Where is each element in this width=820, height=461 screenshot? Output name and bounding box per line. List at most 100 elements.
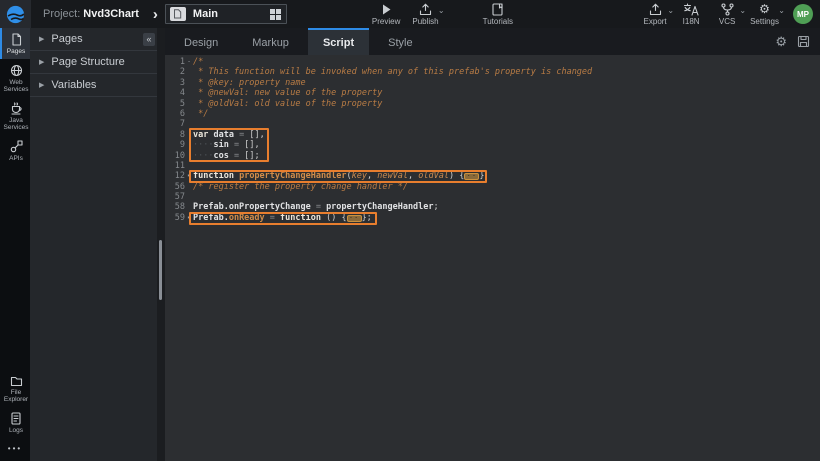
rail-item-apis[interactable]: APIs [0, 135, 30, 166]
fold-gutter [185, 109, 193, 119]
script-code-editor[interactable]: 1-/*2 * This function will be invoked wh… [165, 55, 820, 461]
rail-label-web-services: Web Services [3, 79, 29, 93]
fold-marker-icon[interactable]: ▸ [185, 171, 193, 181]
export-button[interactable]: ⌄ Export [642, 3, 668, 26]
editor-tab-bar: Design Markup Script Style ⚙ [165, 28, 820, 55]
tutorials-label: Tutorials [483, 17, 513, 26]
fold-gutter [185, 67, 193, 77]
code-text: Prefab.onReady = function () {··}; [193, 213, 372, 223]
line-number: 3 [165, 78, 185, 88]
code-line: 3 * @key: property name [165, 78, 820, 88]
code-text: function propertyChangeHandler(key, newV… [193, 171, 484, 181]
folded-code-pill[interactable]: ·· [464, 173, 479, 180]
caret-right-icon: ▶ [39, 58, 44, 66]
line-number: 56 [165, 182, 185, 192]
rail-item-web-services[interactable]: Web Services [0, 59, 30, 97]
tab-script[interactable]: Script [308, 28, 369, 55]
rail-item-file-explorer[interactable]: File Explorer [0, 370, 30, 407]
pages-doc-icon [10, 33, 23, 46]
code-line: 12▸function propertyChangeHandler(key, n… [165, 171, 820, 181]
code-line: 6 */ [165, 109, 820, 119]
settings-button[interactable]: ⚙ ⌄ Settings [750, 3, 779, 26]
tutorials-button[interactable]: Tutorials [483, 3, 513, 26]
line-number: 10 [165, 151, 185, 161]
web-services-globe-icon [10, 64, 23, 77]
fold-gutter [185, 78, 193, 88]
top-bar: Project:Nvd3Chart › Main Preview ⌄ Publi… [0, 0, 820, 28]
code-text: /* [193, 57, 203, 67]
fold-gutter [185, 161, 193, 171]
publish-button[interactable]: ⌄ Publish [412, 3, 438, 26]
rail-label-file-explorer: File Explorer [3, 389, 29, 403]
project-breadcrumb: Project:Nvd3Chart [43, 8, 139, 20]
code-line: 2 * This function will be invoked when a… [165, 67, 820, 77]
tab-style[interactable]: Style [373, 28, 427, 55]
app-logo[interactable] [0, 0, 31, 28]
settings-label: Settings [750, 17, 779, 26]
panel-section-page-structure[interactable]: ▶ Page Structure [30, 51, 157, 74]
editor-settings-gear-icon[interactable]: ⚙ [775, 35, 787, 48]
project-name: Nvd3Chart [83, 8, 139, 20]
fold-gutter [185, 140, 193, 150]
panel-section-pages[interactable]: ▶ Pages [30, 28, 157, 51]
save-icon[interactable] [797, 35, 810, 48]
rail-label-logs: Logs [9, 427, 23, 434]
fold-gutter [185, 151, 193, 161]
code-text: * @oldVal: old value of the property [193, 99, 382, 109]
code-lines: 1-/*2 * This function will be invoked wh… [165, 57, 820, 223]
panel-section-label: Page Structure [51, 56, 124, 68]
code-line: 5 * @oldVal: old value of the property [165, 99, 820, 109]
i18n-label: I18N [683, 17, 700, 26]
fold-gutter [185, 182, 193, 192]
page-selector-dropdown[interactable]: Main [165, 4, 287, 24]
code-line: 57 [165, 192, 820, 202]
i18n-button[interactable]: I18N [678, 3, 704, 26]
vcs-button[interactable]: ⌄ VCS [714, 3, 740, 26]
folded-code-pill[interactable]: ·· [347, 215, 362, 222]
code-line: 9····sin = [], [165, 140, 820, 150]
preview-button[interactable]: Preview [372, 3, 400, 26]
user-avatar[interactable]: MP [793, 4, 813, 24]
rail-label-java-services: Java Services [3, 117, 29, 131]
line-number: 59 [165, 213, 185, 223]
rail-item-logs[interactable]: Logs [0, 407, 30, 438]
tabbar-tools: ⚙ [775, 28, 820, 55]
line-number: 12 [165, 171, 185, 181]
rail-item-pages[interactable]: Pages [0, 28, 30, 59]
rail-label-apis: APIs [9, 155, 23, 162]
i18n-translate-icon [683, 3, 699, 16]
panel-section-variables[interactable]: ▶ Variables [30, 74, 157, 97]
divider-drag-handle[interactable] [159, 240, 162, 300]
settings-caret-icon: ⌄ [778, 6, 785, 15]
rail-item-java-services[interactable]: Java Services [0, 97, 30, 135]
code-text: * This function will be invoked when any… [193, 67, 592, 77]
code-line: 11 [165, 161, 820, 171]
vcs-label: VCS [719, 17, 735, 26]
file-explorer-folder-icon [10, 375, 23, 387]
panel-collapse-button[interactable]: « [143, 33, 155, 46]
line-number: 5 [165, 99, 185, 109]
tab-design[interactable]: Design [169, 28, 233, 55]
code-line: 56/* register the property change handle… [165, 182, 820, 192]
panel-editor-divider [157, 28, 165, 461]
rail-more-button[interactable]: ••• [0, 438, 30, 461]
code-text: ····sin = [], [193, 140, 260, 150]
code-text: Prefab.onPropertyChange = propertyChange… [193, 202, 439, 212]
tab-markup[interactable]: Markup [237, 28, 304, 55]
tab-label: Script [323, 37, 354, 49]
page-selector-value: Main [193, 8, 270, 20]
fold-marker-icon[interactable]: ▸ [185, 213, 193, 223]
page-grid-view-icon[interactable] [270, 9, 281, 20]
line-number: 58 [165, 202, 185, 212]
panel-section-label: Pages [51, 33, 82, 45]
line-number: 2 [165, 67, 185, 77]
tab-label: Design [184, 37, 218, 49]
export-caret-icon: ⌄ [667, 6, 674, 15]
apis-connector-icon [10, 140, 23, 153]
vcs-caret-icon: ⌄ [739, 6, 746, 15]
main-area: Pages Web Services Java Services APIs Fi… [0, 28, 820, 461]
line-number: 6 [165, 109, 185, 119]
breadcrumb-chevron-icon: › [153, 6, 158, 23]
code-text: * @newVal: new value of the property [193, 88, 382, 98]
fold-marker-icon[interactable]: - [185, 57, 193, 67]
